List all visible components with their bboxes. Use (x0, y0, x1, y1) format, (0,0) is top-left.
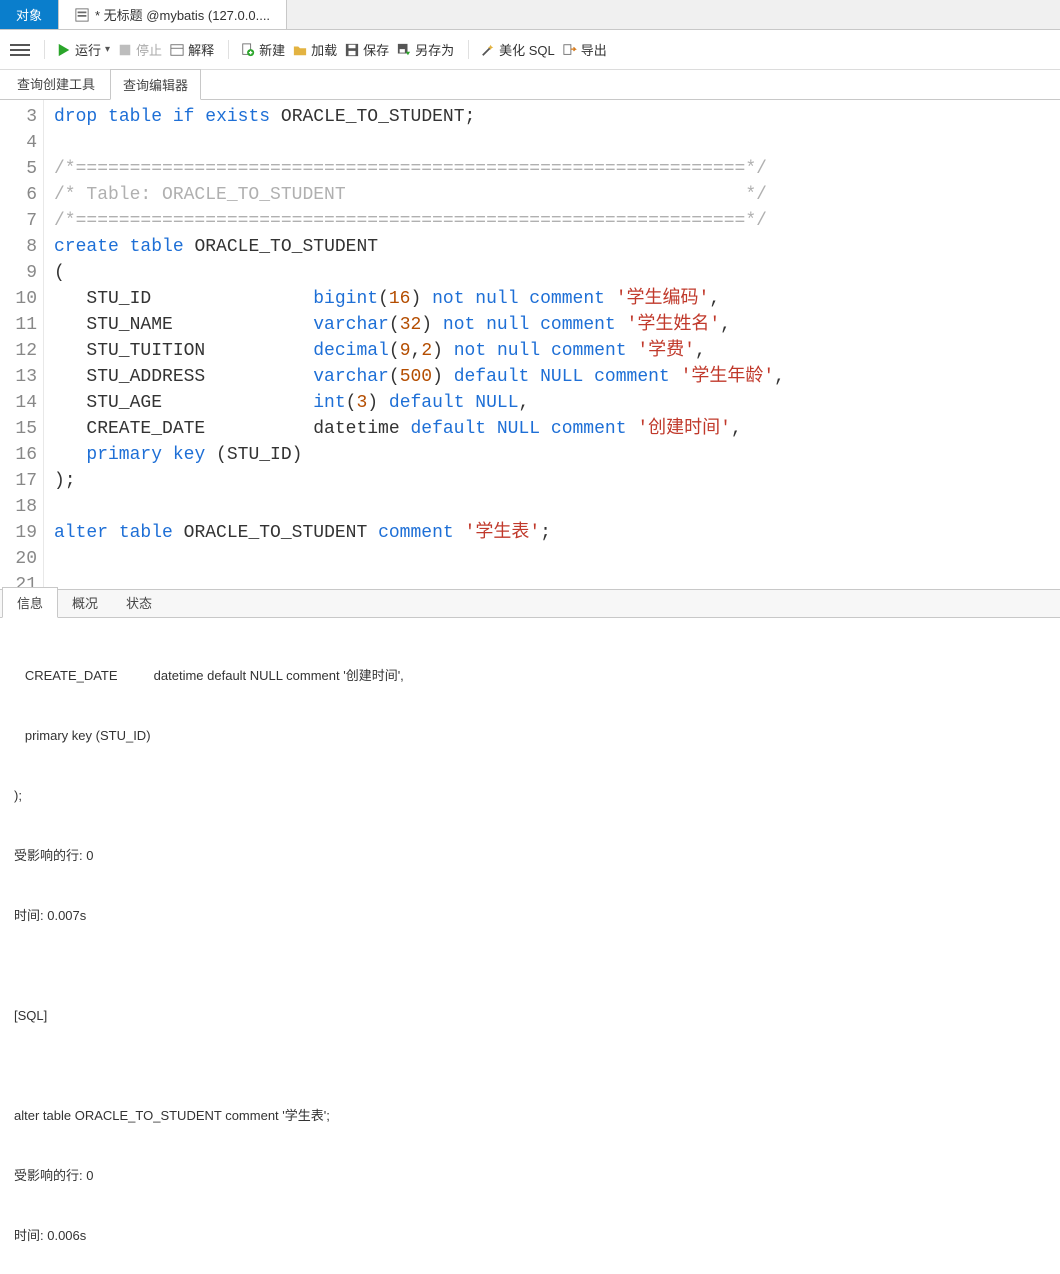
load-label: 加载 (311, 40, 337, 59)
result-tab-profile[interactable]: 概况 (58, 588, 112, 617)
save-button[interactable]: 保存 (345, 40, 389, 59)
code-editor[interactable]: 3456789101112131415161718192021 drop tab… (0, 100, 1060, 590)
export-label: 导出 (581, 40, 607, 59)
result-line: 受影响的行: 0 (14, 846, 1046, 866)
tab-file[interactable]: * 无标题 @mybatis (127.0.0.... (59, 0, 287, 29)
subtab-builder-label: 查询创建工具 (17, 77, 95, 92)
subtab-editor-label: 查询编辑器 (123, 78, 188, 93)
export-icon (563, 43, 577, 57)
explain-label: 解释 (188, 40, 214, 59)
subtab-builder[interactable]: 查询创建工具 (4, 68, 108, 99)
result-line: 受影响的行: 0 (14, 1166, 1046, 1186)
result-line: 时间: 0.006s (14, 1226, 1046, 1246)
stop-button[interactable]: 停止 (118, 40, 162, 59)
toolbar-group-file: 新建 加载 保存 另存为 (228, 40, 454, 59)
result-tab-status-label: 状态 (126, 596, 152, 611)
result-line: 时间: 0.007s (14, 906, 1046, 926)
result-line: alter table ORACLE_TO_STUDENT comment '学… (14, 1106, 1046, 1126)
result-line: ); (14, 786, 1046, 806)
tab-objects[interactable]: 对象 (0, 0, 59, 29)
result-line: primary key (STU_ID) (14, 726, 1046, 746)
explain-icon (170, 43, 184, 57)
load-button[interactable]: 加载 (293, 40, 337, 59)
result-tab-info-label: 信息 (17, 596, 43, 611)
play-icon (57, 43, 71, 57)
export-button[interactable]: 导出 (563, 40, 607, 59)
query-subtabs: 查询创建工具 查询编辑器 (0, 70, 1060, 100)
run-button[interactable]: 运行 ▾ (57, 40, 110, 59)
wand-icon (481, 43, 495, 57)
stop-icon (118, 43, 132, 57)
result-tabs: 信息 概况 状态 (0, 590, 1060, 618)
toolbar-group-sql: 美化 SQL 导出 (468, 40, 607, 59)
toolbar-group-run: 运行 ▾ 停止 解释 (44, 40, 214, 59)
top-tabs: 对象 * 无标题 @mybatis (127.0.0.... (0, 0, 1060, 30)
result-tab-info[interactable]: 信息 (2, 587, 58, 618)
tab-objects-label: 对象 (16, 5, 42, 24)
sql-file-icon (75, 8, 89, 22)
result-tab-profile-label: 概况 (72, 596, 98, 611)
run-label: 运行 (75, 40, 101, 59)
result-line: [SQL] (14, 1006, 1046, 1026)
code-area[interactable]: drop table if exists ORACLE_TO_STUDENT; … (44, 100, 1060, 589)
save-as-icon (397, 43, 411, 57)
menu-button[interactable] (10, 40, 30, 60)
save-as-label: 另存为 (415, 40, 454, 59)
toolbar: 运行 ▾ 停止 解释 新建 加载 (0, 30, 1060, 70)
new-icon (241, 43, 255, 57)
chevron-down-icon: ▾ (105, 44, 110, 55)
open-folder-icon (293, 43, 307, 57)
beautify-label: 美化 SQL (499, 40, 555, 59)
line-gutter: 3456789101112131415161718192021 (0, 100, 44, 589)
new-label: 新建 (259, 40, 285, 59)
new-button[interactable]: 新建 (241, 40, 285, 59)
result-tab-status[interactable]: 状态 (112, 588, 166, 617)
result-pane[interactable]: CREATE_DATE datetime default NULL commen… (0, 618, 1060, 1274)
explain-button[interactable]: 解释 (170, 40, 214, 59)
save-as-button[interactable]: 另存为 (397, 40, 454, 59)
result-line: CREATE_DATE datetime default NULL commen… (14, 666, 1046, 686)
stop-label: 停止 (136, 40, 162, 59)
save-label: 保存 (363, 40, 389, 59)
beautify-button[interactable]: 美化 SQL (481, 40, 555, 59)
tab-file-label: * 无标题 @mybatis (127.0.0.... (95, 5, 270, 24)
subtab-editor[interactable]: 查询编辑器 (110, 69, 201, 100)
save-icon (345, 43, 359, 57)
